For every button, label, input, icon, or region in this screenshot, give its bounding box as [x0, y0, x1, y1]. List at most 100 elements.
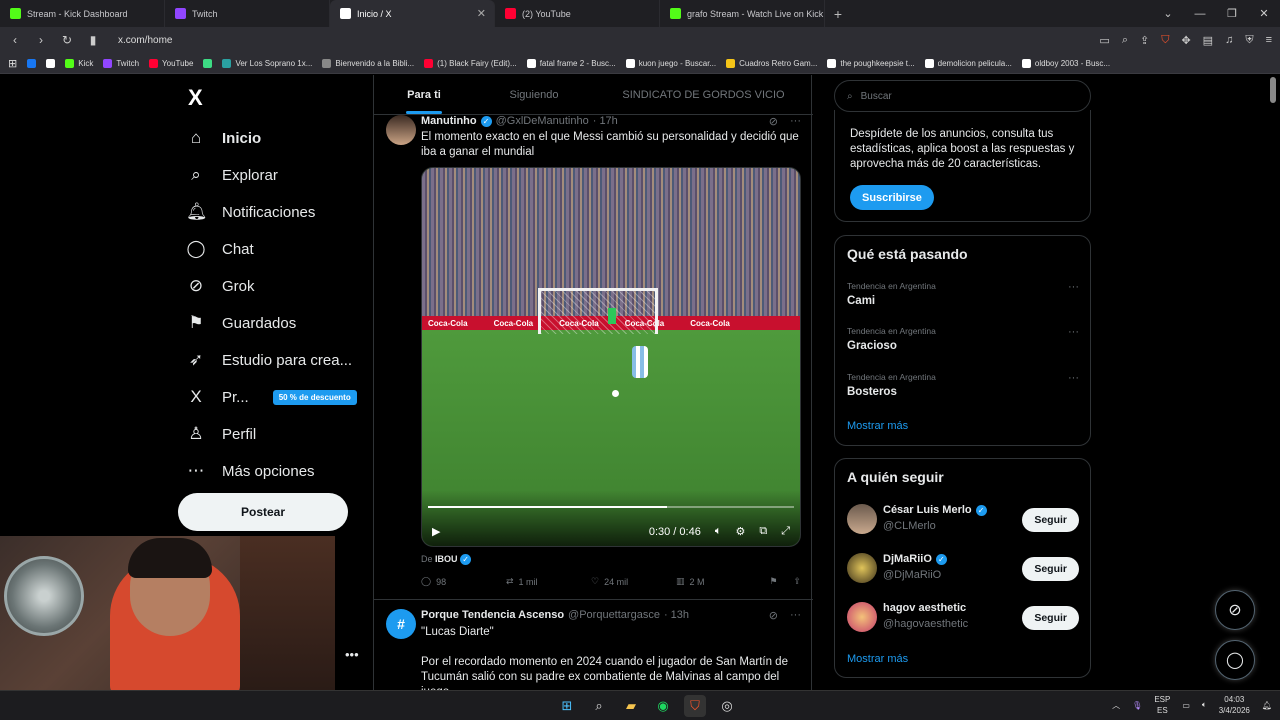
bookmark-item[interactable]: oldboy 2003 - Busc... [1021, 58, 1110, 68]
trend-item[interactable]: Tendencia en Argentina Cami ··· [847, 281, 1079, 307]
bookmark-item[interactable]: YouTube [149, 58, 193, 68]
follow-suggestion[interactable]: DjMaRiiO ✓ @DjMaRiiO Seguir [847, 553, 1079, 585]
nav-item-chat-bubble[interactable]: ◯ Chat [186, 239, 253, 259]
video-player[interactable]: Coca-ColaCoca-ColaCoca-ColaCoca-ColaCoca… [421, 167, 801, 547]
bookmark-item[interactable]: Ver Los Soprano 1x... [222, 58, 312, 68]
clock[interactable]: 04:03 3/4/2026 [1219, 694, 1250, 716]
nav-item-more-circle[interactable]: ⋯ Más opciones [186, 461, 315, 481]
trend-item[interactable]: Tendencia en Argentina Bosteros ··· [847, 372, 1079, 398]
follow-button[interactable]: Seguir [1022, 557, 1079, 581]
author-handle[interactable]: @GxlDeManutinho [496, 115, 589, 127]
obs-icon[interactable]: ◎ [716, 695, 738, 717]
more-icon[interactable]: ··· [790, 609, 801, 622]
follow-suggestion[interactable]: hagov aesthetic @hagovaesthetic Seguir [847, 602, 1079, 634]
extensions-icon[interactable]: ✥ [1181, 34, 1190, 47]
tray-chevron-icon[interactable]: ︿ [1112, 700, 1120, 711]
more-icon[interactable]: ··· [1068, 281, 1079, 293]
tab-para-ti[interactable]: Para ti [374, 75, 474, 114]
bookmark-item[interactable]: the poughkeepsie t... [827, 58, 915, 68]
show-more-link[interactable]: Mostrar más [847, 653, 908, 665]
follow-suggestion[interactable]: César Luis Merlo ✓ @CLMerlo Seguir [847, 504, 1079, 536]
minimize-button[interactable]: — [1184, 0, 1216, 27]
language-indicator[interactable]: ESP ES [1154, 694, 1170, 716]
nav-item-x-premium[interactable]: X Pr... 50 % de descuento [186, 387, 357, 407]
play-icon[interactable]: ▶ [432, 525, 440, 538]
post-button[interactable]: Postear [178, 493, 348, 531]
nav-item-bookmark[interactable]: ⚑ Guardados [186, 313, 296, 333]
close-window-button[interactable]: ✕ [1248, 0, 1280, 27]
restore-button[interactable]: ❐ [1216, 0, 1248, 27]
notification-icon[interactable]: 🔔︎ [1262, 701, 1272, 710]
share-icon[interactable]: ⇪ [1140, 34, 1149, 47]
grok-fab-icon[interactable]: ⊘ [1215, 590, 1255, 630]
windows-start-icon[interactable]: ⊞ [556, 695, 578, 717]
tab-search-icon[interactable]: ⌄ [1152, 0, 1184, 27]
x-logo[interactable]: X [188, 85, 203, 111]
more-icon[interactable]: ··· [790, 115, 801, 128]
tweet[interactable]: Manutinho ✓ @GxlDeManutinho · 17h ⊘ ··· … [374, 115, 813, 595]
nav-item-home[interactable]: ⌂ Inicio [186, 128, 261, 148]
nav-item-bell[interactable]: 🔔︎ Notificaciones [186, 202, 315, 222]
close-tab-icon[interactable]: ✕ [477, 7, 486, 20]
bookmark-page-icon[interactable]: ▮ [86, 33, 100, 47]
page-scrollbar[interactable] [1270, 77, 1276, 103]
follow-button[interactable]: Seguir [1022, 606, 1079, 630]
reply-button[interactable]: ◯ 98 [421, 576, 506, 587]
back-icon[interactable]: ‹ [8, 33, 22, 47]
fullscreen-icon[interactable]: ⤢ [781, 525, 790, 538]
tweet[interactable]: # Porque Tendencia Ascenso @Porquettarga… [374, 609, 813, 690]
share-icon[interactable]: ⇪ [793, 576, 801, 587]
bookmark-item[interactable] [46, 58, 56, 68]
tab-siguiendo[interactable]: Siguiendo [474, 75, 594, 114]
tab-sindicato[interactable]: SINDICATO DE GORDOS VICIO [594, 75, 813, 114]
browser-tab[interactable]: Twitch [165, 0, 330, 27]
like-button[interactable]: ♡ 24 mil [591, 576, 676, 587]
author-handle[interactable]: @Porquettargasce [568, 609, 660, 621]
grok-icon[interactable]: ⊘ [769, 609, 778, 622]
bookmark-icon[interactable]: ⚑ [769, 576, 777, 587]
more-icon[interactable]: ··· [1068, 326, 1079, 338]
bookmark-item[interactable] [27, 58, 37, 68]
tweet-time[interactable]: · 17h [593, 115, 618, 127]
follow-button[interactable]: Seguir [1022, 508, 1079, 532]
grok-icon[interactable]: ⊘ [769, 115, 778, 128]
show-more-link[interactable]: Mostrar más [847, 420, 908, 432]
bookmark-item[interactable]: Twitch [103, 58, 139, 68]
avatar[interactable] [386, 115, 416, 145]
browser-tab[interactable]: Inicio / X ✕ [330, 0, 495, 27]
discount-badge[interactable]: 50 % de descuento [272, 389, 357, 405]
trend-item[interactable]: Tendencia en Argentina Gracioso ··· [847, 326, 1079, 352]
suggestion-name[interactable]: César Luis Merlo [883, 504, 972, 516]
messages-fab-icon[interactable]: ◯ [1215, 640, 1255, 680]
network-icon[interactable]: ▭ [1182, 701, 1190, 710]
settings-icon[interactable]: ⚙ [735, 525, 745, 538]
more-icon[interactable]: ··· [1068, 372, 1079, 384]
nav-item-grok[interactable]: ⊘ Grok [186, 276, 255, 296]
brave-shield-icon[interactable]: ⛉ [1161, 34, 1169, 47]
browser-tab[interactable]: (2) YouTube [495, 0, 660, 27]
nav-item-rocket[interactable]: ➶ Estudio para crea... [186, 350, 352, 370]
account-more-icon[interactable]: ••• [345, 647, 359, 662]
apps-grid-icon[interactable]: ⊞ [8, 57, 17, 70]
pip-icon[interactable]: ⧉ [759, 525, 767, 538]
reload-icon[interactable]: ↻ [60, 33, 74, 47]
search-input[interactable]: ⌕ Buscar [834, 80, 1091, 112]
nav-item-search[interactable]: ⌕ Explorar [186, 165, 278, 185]
zoom-icon[interactable]: ⌕ [1122, 34, 1128, 47]
avatar[interactable] [847, 504, 877, 534]
file-explorer-icon[interactable]: ▰ [620, 695, 642, 717]
brave-browser-icon[interactable]: ⛉ [684, 695, 706, 717]
browser-tab[interactable]: Stream - Kick Dashboard [0, 0, 165, 27]
cast-icon[interactable]: ▭ [1099, 34, 1109, 47]
repost-button[interactable]: ⇄ 1 mil [506, 576, 591, 587]
suggestion-name[interactable]: DjMaRiiO [883, 553, 932, 565]
bookmark-item[interactable]: Cuadros Retro Gam... [726, 58, 817, 68]
bookmark-item[interactable]: demolicion pelicula... [924, 58, 1012, 68]
bookmark-item[interactable]: Kick [65, 58, 93, 68]
suggestion-name[interactable]: hagov aesthetic [883, 602, 966, 614]
subscribe-button[interactable]: Suscribirse [850, 185, 934, 210]
taskbar-search-icon[interactable]: ⌕ [588, 695, 610, 717]
source-name[interactable]: IBOU [435, 554, 458, 564]
views-button[interactable]: ▥ 2 M [676, 576, 761, 587]
media-icon[interactable]: ♫ [1225, 34, 1233, 47]
